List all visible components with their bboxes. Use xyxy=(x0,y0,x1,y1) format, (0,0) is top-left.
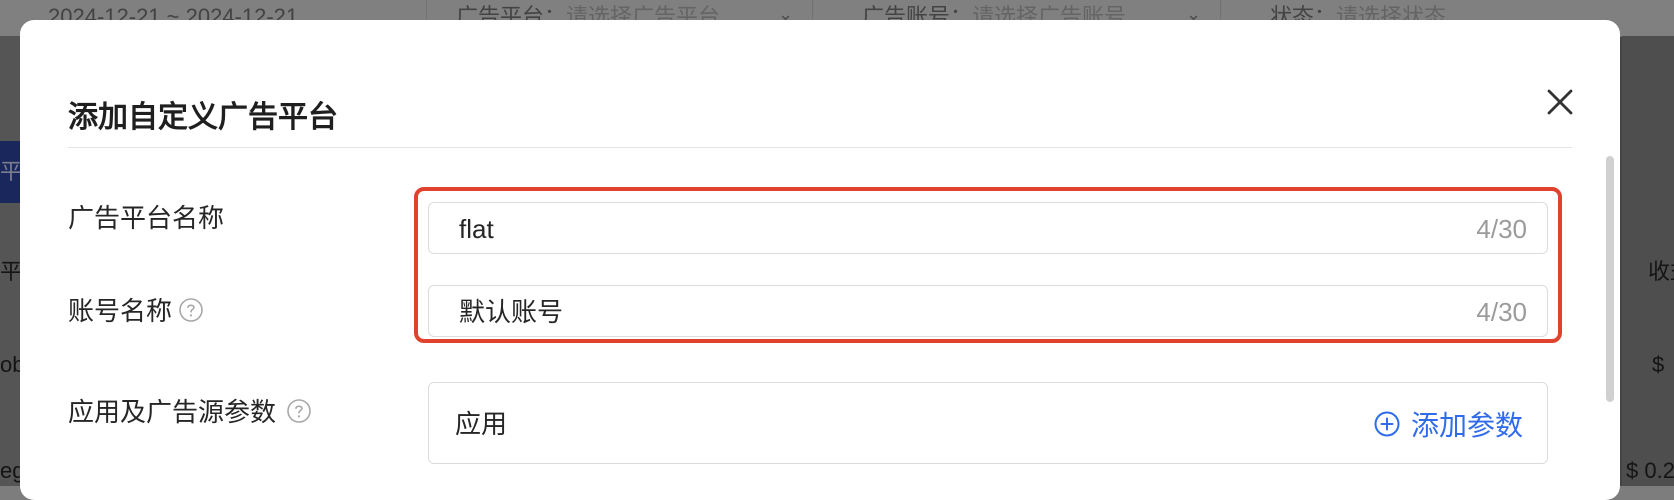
account-name-input[interactable]: 默认账号 4/30 xyxy=(428,285,1548,337)
account-name-label-text: 账号名称 xyxy=(68,296,173,326)
platform-name-label-text: 广告平台名称 xyxy=(68,203,225,233)
platform-name-label: 广告平台名称 xyxy=(68,198,224,235)
dialog-header-divider xyxy=(68,147,1572,148)
dialog-title: 添加自定义广告平台 xyxy=(68,101,338,134)
close-icon xyxy=(1547,89,1573,115)
dialog-scrollbar[interactable] xyxy=(1606,156,1614,402)
params-label: 应用及广告源参数 xyxy=(68,392,312,429)
add-param-label: 添加参数 xyxy=(1410,410,1523,441)
add-custom-ad-platform-dialog: 添加自定义广告平台 广告平台名称 flat 4/30 账号名称 默认账号 4/3… xyxy=(20,20,1620,500)
platform-name-input[interactable]: flat 4/30 xyxy=(428,202,1548,254)
close-button[interactable] xyxy=(1540,82,1580,122)
question-circle-icon[interactable] xyxy=(286,398,312,424)
params-label-text: 应用及广告源参数 xyxy=(68,397,277,427)
params-box: 应用 添加参数 xyxy=(428,382,1548,464)
platform-name-value: flat xyxy=(459,214,494,244)
plus-circle-icon xyxy=(1374,411,1400,437)
account-name-char-counter: 4/30 xyxy=(1476,297,1527,327)
question-circle-icon[interactable] xyxy=(178,297,204,323)
account-name-label: 账号名称 xyxy=(68,291,204,328)
app-label: 应用 xyxy=(455,409,508,439)
platform-name-char-counter: 4/30 xyxy=(1476,214,1527,244)
add-param-button[interactable]: 添加参数 xyxy=(1373,383,1523,465)
account-name-value: 默认账号 xyxy=(459,297,564,327)
